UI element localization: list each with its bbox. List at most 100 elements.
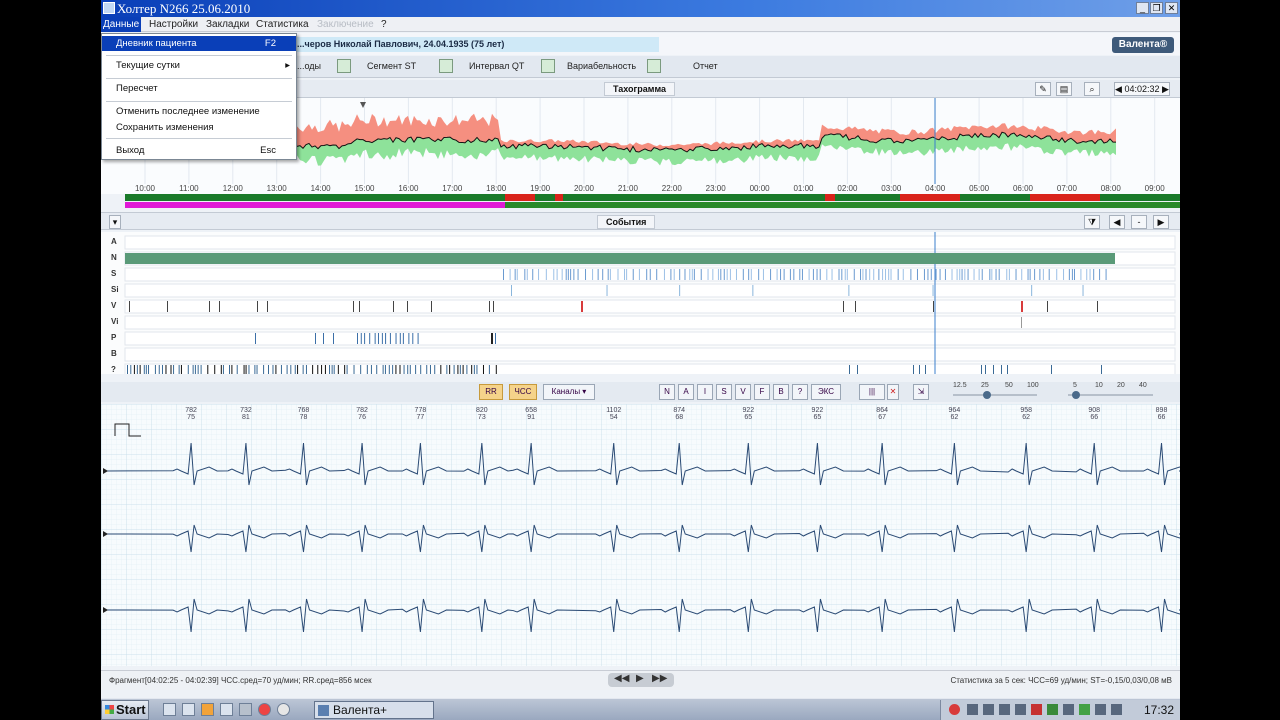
holter-app-window: Холтер N266 25.06.2010 _ ❐ ✕ Данные Наст… <box>101 0 1180 720</box>
report-icon[interactable] <box>647 59 661 73</box>
menu-help[interactable]: ? <box>381 19 387 30</box>
prev-arrow-icon[interactable]: ◀ <box>1115 84 1122 94</box>
filter-icon[interactable]: ⧩ <box>1084 215 1100 229</box>
event-row-track[interactable] <box>124 347 1176 362</box>
zoom-icon[interactable]: ⌕ <box>1084 82 1100 96</box>
volume-icon[interactable] <box>1063 704 1074 715</box>
rhythm-button-4[interactable]: V <box>735 384 751 400</box>
minimize-button[interactable]: _ <box>1136 2 1149 14</box>
event-row-track[interactable] <box>124 283 1176 298</box>
menu-item-save-changes[interactable]: Сохранить изменения <box>102 120 296 135</box>
play-icon[interactable]: ▶ <box>636 673 644 684</box>
speed-slider-thumb[interactable] <box>1072 391 1080 399</box>
network-icon[interactable] <box>1047 704 1058 715</box>
rr-button[interactable]: RR <box>479 384 503 400</box>
event-tick <box>556 269 558 280</box>
event-tick <box>735 269 737 280</box>
restore-button[interactable]: ❐ <box>1150 2 1163 14</box>
menu-item-patient-diary[interactable]: Дневник пациента F2 <box>102 36 296 51</box>
event-tick <box>720 269 722 280</box>
menu-settings[interactable]: Настройки <box>149 19 198 30</box>
rhythm-button-1[interactable]: A <box>678 384 694 400</box>
menu-item-recalculate[interactable]: Пересчет <box>102 81 296 96</box>
playback-control[interactable]: ◀◀ ▶ ▶▶ <box>608 673 674 687</box>
events-next-icon[interactable]: ▶ <box>1153 215 1169 229</box>
tachogram-time-axis: 10:00 11:00 12:00 13:00 14:00 15:00 16:00 17:00… <box>101 184 1180 194</box>
gain-slider-thumb[interactable] <box>983 391 991 399</box>
close-button[interactable]: ✕ <box>1165 2 1178 14</box>
rhythm-button-3[interactable]: S <box>716 384 732 400</box>
tray-icon[interactable] <box>1111 704 1122 715</box>
rhythm-button-0[interactable]: N <box>659 384 675 400</box>
menu-item-current-day[interactable]: Текущие сутки ▸ <box>102 58 296 73</box>
rhythm-button-5[interactable]: F <box>754 384 770 400</box>
tab-report[interactable]: Отчет <box>693 61 718 71</box>
rhythm-button-2[interactable]: I <box>697 384 713 400</box>
tray-icon[interactable] <box>1015 704 1026 715</box>
tab-episodes[interactable]: ...оды <box>297 61 321 71</box>
event-row-track[interactable] <box>124 315 1176 330</box>
menu-data[interactable]: Данные <box>101 17 142 32</box>
desktop-icon[interactable] <box>163 703 176 716</box>
app-icon[interactable] <box>239 703 252 716</box>
events-tab[interactable]: События <box>597 215 656 229</box>
rhythm-button-8[interactable]: ЭКС <box>811 384 841 400</box>
chrome-icon[interactable] <box>258 703 271 716</box>
delete-icon[interactable]: ✕ <box>887 384 899 400</box>
event-tick <box>993 365 994 376</box>
hr-button[interactable]: ЧСС <box>509 384 537 400</box>
tab-st-segment[interactable]: Сегмент ST <box>367 61 416 71</box>
ecg-panel[interactable]: 782 75 732 81 768 78 782 76 778 77 820 73 658 91 1102 5… <box>101 404 1180 666</box>
tray-icon[interactable] <box>983 704 994 715</box>
variability-icon[interactable] <box>541 59 555 73</box>
event-row-track[interactable] <box>124 299 1176 314</box>
rhythm-button-6[interactable]: B <box>773 384 789 400</box>
tray-icon[interactable] <box>999 704 1010 715</box>
time-axis-label: 05:00 <box>969 184 990 193</box>
event-row-track[interactable] <box>124 235 1176 250</box>
mail-icon[interactable] <box>182 703 195 716</box>
tray-icon[interactable] <box>1079 704 1090 715</box>
collapse-icon[interactable]: ▾ <box>109 215 121 229</box>
menu-conclusion[interactable]: Заключение <box>317 19 374 30</box>
browser-icon[interactable] <box>277 703 290 716</box>
event-tick <box>853 269 855 280</box>
next-arrow-icon[interactable]: ▶ <box>1162 84 1169 94</box>
time-navigator[interactable]: ◀ 04:02:32 ▶ <box>1114 82 1170 96</box>
menu-bookmarks[interactable]: Закладки <box>206 19 249 30</box>
start-button[interactable]: Start <box>101 700 149 720</box>
event-tick <box>170 365 172 376</box>
events-prev-icon[interactable]: ◀ <box>1109 215 1125 229</box>
page-icon[interactable]: ▤ <box>1056 82 1072 96</box>
rhythm-button-7[interactable]: ? <box>792 384 808 400</box>
firefox-icon[interactable] <box>201 703 214 716</box>
grid-icon[interactable]: ||| <box>859 384 885 400</box>
tachogram-tab[interactable]: Тахограмма <box>604 82 676 96</box>
save-icon[interactable] <box>220 703 233 716</box>
menu-item-undo-last[interactable]: Отменить последнее изменение <box>102 104 296 119</box>
forward-icon[interactable]: ▶▶ <box>652 673 667 684</box>
st-segment-icon[interactable] <box>337 59 351 73</box>
event-tick <box>376 365 378 376</box>
event-tick <box>493 301 494 312</box>
qt-interval-icon[interactable] <box>439 59 453 73</box>
tray-icon[interactable] <box>1095 704 1106 715</box>
channels-dropdown[interactable]: Каналы ▾ <box>543 384 595 400</box>
event-row-track[interactable] <box>124 331 1176 346</box>
export-icon[interactable]: ⇲ <box>913 384 929 400</box>
menu-statistics[interactable]: Статистика <box>256 19 309 30</box>
events-panel[interactable]: A N S Si V Vi P B? <box>101 232 1180 378</box>
language-icon[interactable] <box>1031 704 1042 715</box>
beat-hr: 81 <box>242 414 250 421</box>
event-tick <box>526 269 528 280</box>
rewind-icon[interactable]: ◀◀ <box>614 673 629 684</box>
tray-icon[interactable] <box>967 704 978 715</box>
menu-item-exit[interactable]: Выход Esc <box>102 143 296 158</box>
marker-icon[interactable]: ✎ <box>1035 82 1051 96</box>
record-icon[interactable] <box>949 704 960 715</box>
task-valenta[interactable]: Валента+ <box>314 701 434 719</box>
tab-variability[interactable]: Вариабельность <box>567 61 636 71</box>
events-dash-icon[interactable]: - <box>1131 215 1147 229</box>
tab-qt-interval[interactable]: Интервал QT <box>469 61 524 71</box>
event-row-track[interactable] <box>124 363 1176 378</box>
